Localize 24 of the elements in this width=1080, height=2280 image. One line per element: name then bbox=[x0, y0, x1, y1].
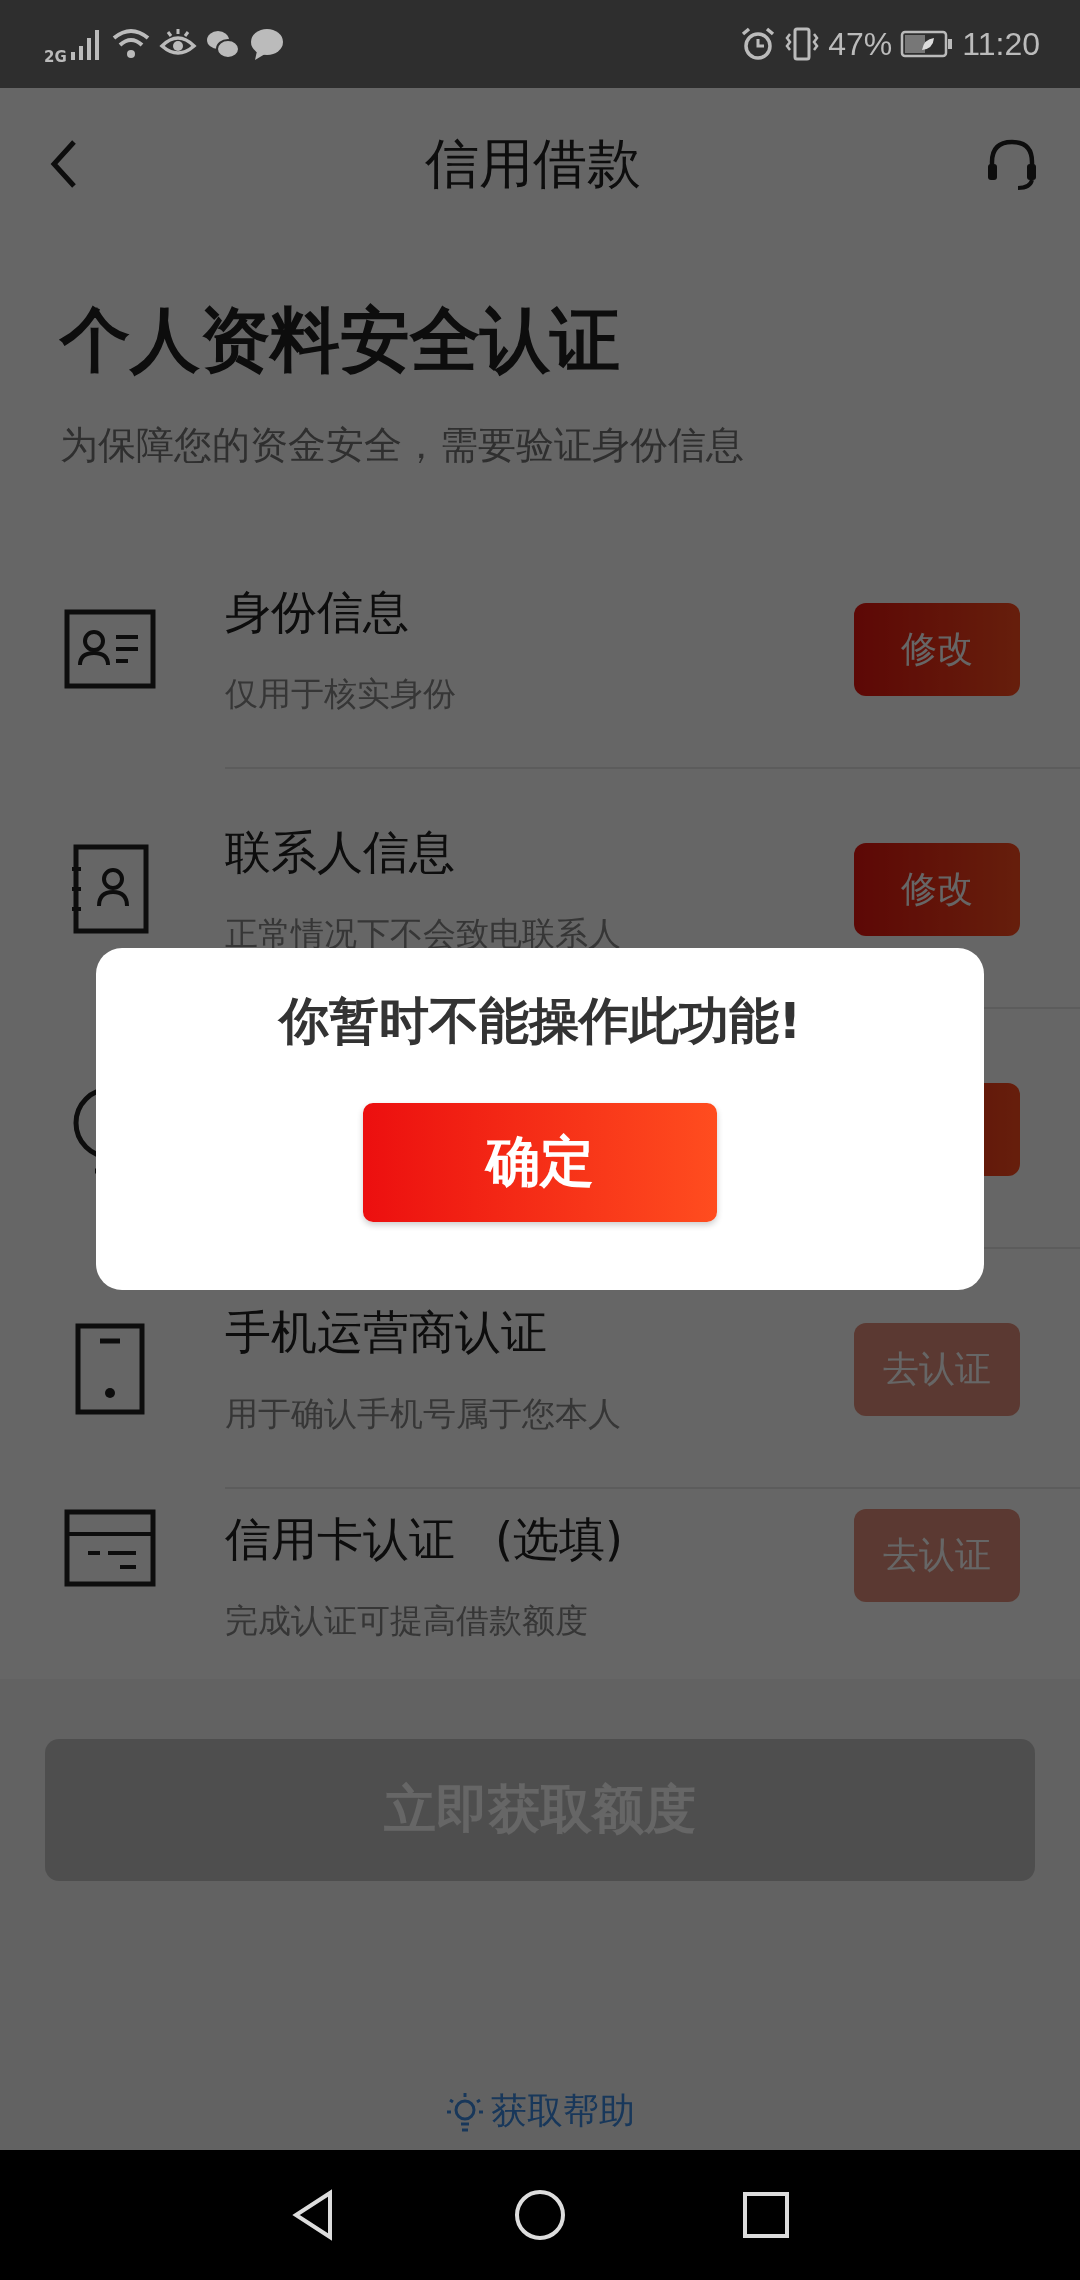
edit-button[interactable]: 修改 bbox=[854, 602, 1020, 696]
home-icon[interactable] bbox=[512, 2187, 568, 2243]
item-title: 信用卡认证 bbox=[225, 1511, 455, 1568]
optional-label: (选填) bbox=[495, 1511, 623, 1568]
item-title: 身份信息 bbox=[225, 583, 409, 641]
item-title: 联系人信息 bbox=[225, 823, 455, 881]
edit-button[interactable]: 修改 bbox=[854, 842, 1020, 936]
alarm-icon bbox=[740, 26, 777, 62]
vibrate-icon bbox=[784, 26, 821, 62]
credit-card-icon bbox=[64, 1509, 156, 1587]
item-title: 手机运营商认证 bbox=[225, 1303, 547, 1361]
phone-icon bbox=[74, 1323, 146, 1415]
section-heading: 个人资料安全认证 bbox=[60, 298, 620, 383]
confirm-button[interactable]: 确定 bbox=[363, 1103, 717, 1222]
message-icon bbox=[248, 26, 285, 62]
page-title: 信用借款 bbox=[425, 130, 641, 197]
dialog-message: 你暂时不能操作此功能! bbox=[278, 991, 802, 1052]
clock: 11:20 bbox=[962, 25, 1040, 63]
help-link[interactable]: 获取帮助 bbox=[491, 2087, 635, 2136]
network-label: 2G bbox=[44, 48, 67, 66]
contact-card-icon bbox=[71, 844, 149, 934]
battery-icon bbox=[900, 29, 955, 59]
battery-percent: 47% bbox=[828, 25, 893, 63]
id-card-icon bbox=[64, 609, 156, 689]
